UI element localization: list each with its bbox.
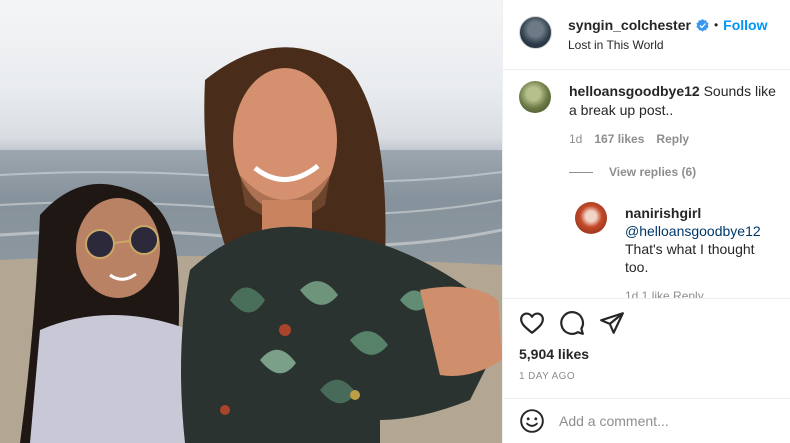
commenter-avatar[interactable] [519, 81, 551, 113]
emoji-icon[interactable] [519, 408, 545, 434]
verified-badge-icon [696, 18, 709, 32]
follow-button[interactable]: Follow [723, 17, 767, 33]
comment-body: helloansgoodbye12 Sounds like a break up… [569, 82, 781, 120]
post-photo[interactable] [0, 0, 502, 443]
heart-icon[interactable] [519, 310, 545, 336]
comments-list[interactable]: helloansgoodbye12 Sounds like a break up… [503, 71, 790, 298]
author-line: syngin_colchester • Follow [568, 17, 767, 33]
reply-body: nanirishgirl @helloansgoodbye12 That's w… [625, 204, 765, 276]
action-icons [519, 310, 625, 336]
reply-username[interactable]: nanirishgirl [625, 205, 701, 221]
couple-selfie-illustration [0, 47, 502, 443]
reply-mention[interactable]: @helloansgoodbye12 [625, 223, 761, 239]
comment-username[interactable]: helloansgoodbye12 [569, 83, 700, 99]
post-side-panel: syngin_colchester • Follow Lost in This … [502, 0, 790, 443]
view-replies-label: View replies (6) [609, 165, 697, 179]
comment-likes[interactable]: 167 likes [594, 132, 644, 146]
replies-divider-line [569, 171, 593, 173]
author-username[interactable]: syngin_colchester [568, 17, 691, 33]
post-location[interactable]: Lost in This World [568, 38, 664, 52]
add-comment-bar [503, 398, 790, 443]
comment-icon[interactable] [559, 310, 585, 336]
reply-avatar[interactable] [575, 202, 607, 234]
add-comment-input[interactable] [559, 409, 739, 433]
likes-count[interactable]: 5,904 likes [519, 346, 589, 362]
share-icon[interactable] [599, 310, 625, 336]
comment-meta: 1d 167 likes Reply [569, 132, 689, 146]
comment-time[interactable]: 1d [569, 132, 582, 146]
reply-button[interactable]: Reply [656, 132, 689, 146]
view-replies-button[interactable]: View replies (6) [569, 165, 696, 179]
reply-text: That's what I thought too. [625, 241, 755, 275]
post-actions: 5,904 likes 1 DAY AGO [503, 298, 790, 398]
separator-dot: • [713, 18, 719, 32]
author-avatar[interactable] [519, 16, 552, 49]
post-date[interactable]: 1 DAY AGO [519, 371, 575, 382]
post-header: syngin_colchester • Follow Lost in This … [503, 0, 790, 70]
reply-meta: 1d 1 like Reply [625, 289, 704, 298]
